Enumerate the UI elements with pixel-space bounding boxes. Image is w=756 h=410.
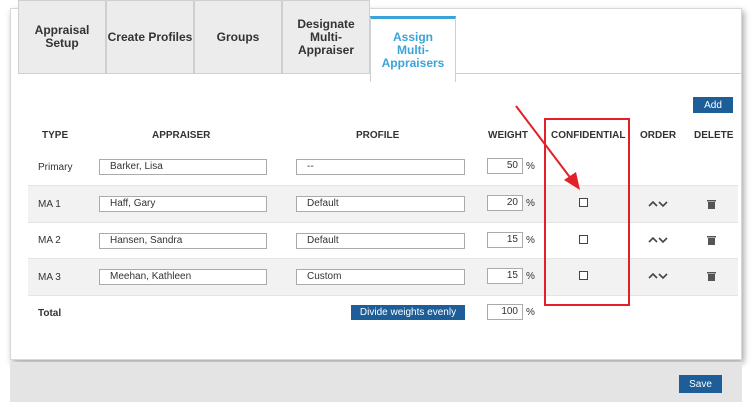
- appraiser-field[interactable]: Hansen, Sandra: [99, 233, 267, 249]
- trash-icon[interactable]: [707, 199, 716, 209]
- header-order: ORDER: [640, 130, 677, 141]
- tab-label: Create Profiles: [107, 29, 193, 44]
- profile-field[interactable]: Default: [296, 196, 465, 212]
- tab-label: Designate Multi-Appraiser: [297, 16, 355, 57]
- profile-field[interactable]: Custom: [296, 269, 465, 285]
- divide-weights-button[interactable]: Divide weights evenly: [351, 305, 465, 320]
- save-button[interactable]: Save: [679, 375, 722, 393]
- chevron-up-down-icon[interactable]: [647, 270, 669, 282]
- profile-field[interactable]: Default: [296, 233, 465, 249]
- trash-icon[interactable]: [707, 235, 716, 245]
- add-button[interactable]: Add: [693, 97, 733, 113]
- weight-field[interactable]: 15: [487, 268, 523, 284]
- footer-bar: [10, 362, 742, 402]
- chevron-up-down-icon[interactable]: [647, 198, 669, 210]
- tab-label: Appraisal Setup: [34, 23, 90, 50]
- percent-sign: %: [526, 235, 535, 246]
- appraiser-field[interactable]: Barker, Lisa: [99, 159, 267, 175]
- appraiser-field[interactable]: Haff, Gary: [99, 196, 267, 212]
- header-profile: PROFILE: [356, 130, 400, 141]
- tab-groups[interactable]: Groups: [194, 0, 282, 74]
- arrow-icon: [515, 105, 580, 190]
- weight-field[interactable]: 15: [487, 232, 523, 248]
- tab-label: Assign Multi-Appraisers: [381, 30, 445, 70]
- row-type: MA 1: [38, 199, 61, 210]
- tab-designate-multi-appraiser[interactable]: Designate Multi-Appraiser: [282, 0, 370, 74]
- chevron-up-down-icon[interactable]: [647, 234, 669, 246]
- percent-sign: %: [526, 271, 535, 282]
- screenshot-frame: Appraisal Setup Create Profiles Groups D…: [0, 0, 756, 410]
- percent-sign: %: [526, 307, 535, 318]
- total-weight-field: 100: [487, 304, 523, 320]
- row-type: Primary: [38, 162, 73, 173]
- total-label: Total: [38, 308, 62, 319]
- row-type: MA 3: [38, 272, 61, 283]
- tab-appraisal-setup[interactable]: Appraisal Setup: [18, 0, 106, 74]
- profile-field[interactable]: --: [296, 159, 465, 175]
- trash-icon[interactable]: [707, 271, 716, 281]
- appraiser-field[interactable]: Meehan, Kathleen: [99, 269, 267, 285]
- row-type: MA 2: [38, 235, 61, 246]
- header-type: TYPE: [42, 130, 69, 141]
- tab-assign-multi-appraisers[interactable]: Assign Multi-Appraisers: [370, 16, 456, 82]
- tab-label: Groups: [216, 29, 260, 44]
- tab-baseline: [456, 73, 742, 74]
- row-divider: [28, 295, 738, 296]
- tab-create-profiles[interactable]: Create Profiles: [106, 0, 194, 74]
- header-appraiser: APPRAISER: [152, 130, 211, 141]
- header-delete: DELETE: [694, 130, 734, 141]
- row-divider: [28, 222, 738, 223]
